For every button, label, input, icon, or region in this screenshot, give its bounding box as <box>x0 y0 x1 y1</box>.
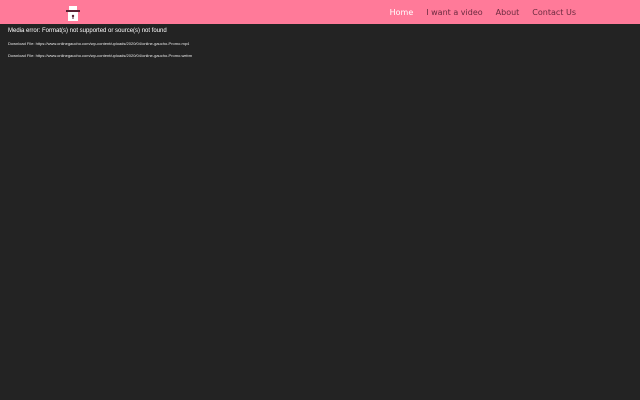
nav-i-want-a-video-link[interactable]: I want a video <box>426 8 482 17</box>
download-file-line: Download File: https://www.onlinegaucho.… <box>8 41 628 47</box>
site-header: Home I want a video About Contact Us <box>0 0 640 24</box>
nav-contact-us-link[interactable]: Contact Us <box>532 8 576 17</box>
nav-home-link[interactable]: Home <box>390 8 414 17</box>
download-file-prefix: Download File: <box>8 41 36 46</box>
hat-logo-icon[interactable] <box>66 5 80 22</box>
nav-about-link[interactable]: About <box>496 8 520 17</box>
download-file-link-webm[interactable]: https://www.onlinegaucho.com/wp-content/… <box>36 53 193 58</box>
download-file-link-mp4[interactable]: https://www.onlinegaucho.com/wp-content/… <box>36 41 190 46</box>
download-file-prefix: Download File: <box>8 53 36 58</box>
download-file-line: Download File: https://www.onlinegaucho.… <box>8 53 628 59</box>
main-content: Media error: Format(s) not supported or … <box>8 27 628 65</box>
main-nav: Home I want a video About Contact Us <box>390 0 640 24</box>
media-error-message: Media error: Format(s) not supported or … <box>8 28 167 34</box>
